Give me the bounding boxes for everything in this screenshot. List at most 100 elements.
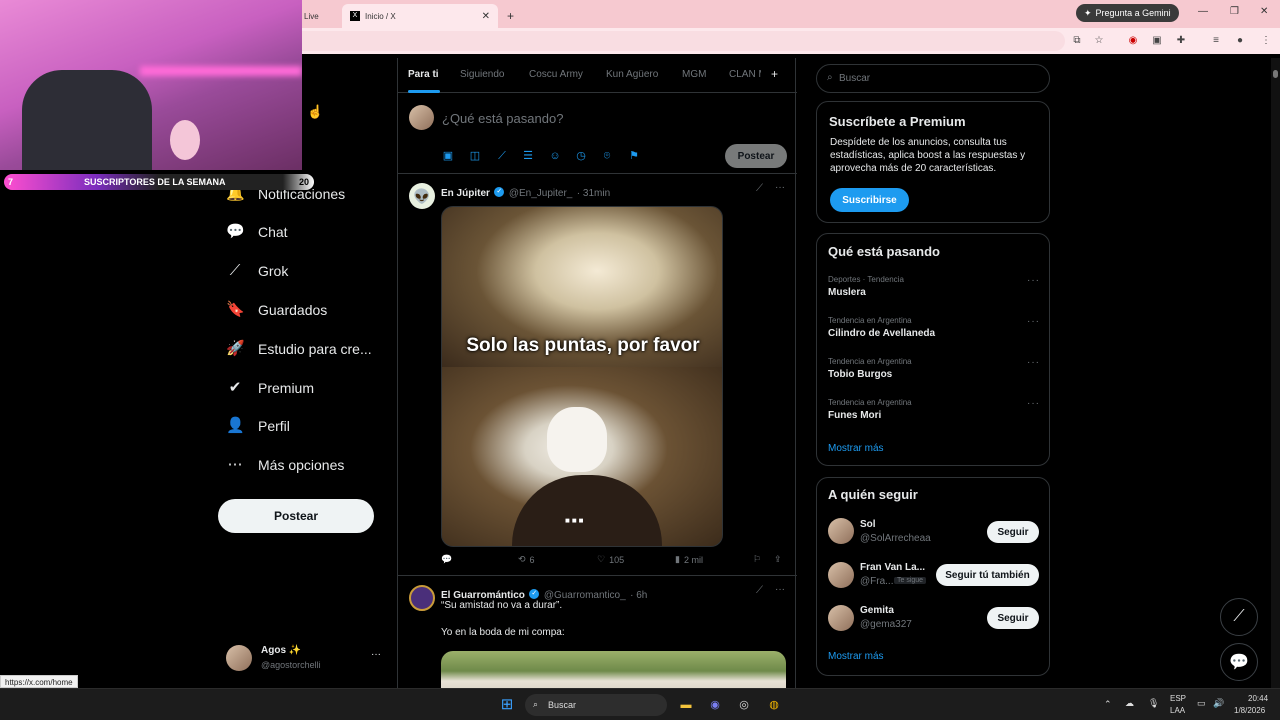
tab-siguiendo[interactable]: Siguiendo <box>460 69 504 80</box>
tweet-image[interactable] <box>441 651 786 688</box>
tweet-time[interactable]: · 6h <box>630 590 647 601</box>
gemini-button[interactable]: ✦ Pregunta a Gemini <box>1076 4 1179 22</box>
tab-inicio-x[interactable]: X Inicio / X ✕ <box>342 4 498 28</box>
grok-icon[interactable]: ⟋ <box>756 585 763 596</box>
show-more-link[interactable]: Mostrar más <box>828 443 884 454</box>
new-tab-button[interactable]: + <box>507 4 514 28</box>
views-count: 2 mil <box>683 554 703 565</box>
tweet-image[interactable]: Solo las puntas, por favor ■■■ <box>441 206 723 547</box>
tweet-handle[interactable]: @En_Jupiter_ <box>509 188 573 199</box>
tweet-text: Yo en la boda de mi compa: <box>441 627 565 638</box>
clock-time[interactable]: 20:44 <box>1248 694 1268 703</box>
sidebar-item-perfil[interactable]: 👤 Perfil <box>226 412 290 440</box>
avatar[interactable]: 👽 <box>409 183 435 209</box>
image-icon[interactable]: ▣ <box>441 149 455 163</box>
chevron-up-icon[interactable]: ⌃ <box>1104 699 1112 710</box>
tab-para-ti[interactable]: Para ti <box>408 69 439 80</box>
views-button[interactable]: ▮ 2 mil <box>675 554 703 565</box>
grok-fab[interactable]: ⟋ <box>1220 598 1258 636</box>
media-icon[interactable]: ≡ <box>1210 35 1222 47</box>
more-icon[interactable]: ··· <box>775 182 785 193</box>
gif-icon[interactable]: ◫ <box>468 149 482 163</box>
menu-icon[interactable]: ⋮ <box>1260 35 1272 47</box>
share-icon[interactable]: ⇪ <box>774 554 782 565</box>
follow-button[interactable]: Seguir <box>987 521 1039 543</box>
url-field[interactable] <box>290 31 1065 51</box>
clock-date[interactable]: 1/8/2026 <box>1234 706 1265 715</box>
scroll-thumb[interactable] <box>1273 70 1278 78</box>
reply-button[interactable]: 💬 <box>441 554 456 565</box>
more-icon[interactable]: ··· <box>1027 275 1040 286</box>
sidebar-item-label: Premium <box>258 380 315 396</box>
bookmark-icon[interactable]: ⚐ <box>753 554 761 565</box>
windows-start-icon[interactable]: ⊞ <box>498 696 516 714</box>
taskbar-search[interactable]: ⌕ Buscar <box>525 694 667 716</box>
sidebar-item-mas-opciones[interactable]: ⋯ Más opciones <box>226 451 345 479</box>
tab-label: Inicio / X <box>365 11 396 21</box>
compose-input[interactable]: ¿Qué está pasando? <box>442 111 563 126</box>
language-label[interactable]: ESP <box>1170 694 1186 703</box>
more-icon[interactable]: ··· <box>1027 357 1040 368</box>
mic-icon[interactable]: 🎙 <box>1148 698 1159 709</box>
tab-clan[interactable]: CLAN M <box>729 69 761 80</box>
folder-icon[interactable]: ▬ <box>677 696 695 714</box>
tweet-author-name[interactable]: En Júpiter <box>441 188 490 199</box>
cloud-icon[interactable]: ☁ <box>1125 698 1134 709</box>
extension-icon[interactable]: ◉ <box>1127 35 1139 47</box>
flag-icon[interactable]: ⚑ <box>627 149 641 163</box>
more-icon[interactable]: ··· <box>1027 316 1040 327</box>
profile-icon[interactable]: ● <box>1234 35 1246 47</box>
emoji-icon[interactable]: ☺ <box>548 149 562 163</box>
close-window-icon[interactable]: ✕ <box>1260 6 1268 17</box>
tweet[interactable]: 👽 En Júpiter ✓ @En_Jupiter_ · 31min ⟋ ··… <box>398 175 797 576</box>
show-more-link[interactable]: Mostrar más <box>828 651 884 662</box>
star-icon[interactable]: ☆ <box>1093 35 1105 47</box>
account-name: Agos ✨ <box>261 645 302 656</box>
close-tab-icon[interactable]: ✕ <box>482 11 490 22</box>
tab-coscu-army[interactable]: Coscu Army <box>529 69 583 80</box>
schedule-icon[interactable]: ◷ <box>574 149 588 163</box>
tab-mgm[interactable]: MGM <box>682 69 706 80</box>
grok-icon[interactable]: ⟋ <box>756 183 763 194</box>
extension-icon[interactable]: ▣ <box>1151 35 1163 47</box>
post-button[interactable]: Postear <box>218 499 374 533</box>
avatar[interactable] <box>409 585 435 611</box>
messages-fab[interactable]: 💬 <box>1220 643 1258 681</box>
tab-kun-aguero[interactable]: Kun Agüero <box>606 69 658 80</box>
location-icon[interactable]: ⌾ <box>600 149 614 163</box>
volume-icon[interactable]: 🔊 <box>1213 698 1224 709</box>
tab-live[interactable]: Live <box>304 4 319 28</box>
subscribe-button[interactable]: Suscribirse <box>830 188 909 212</box>
minimize-icon[interactable]: — <box>1198 6 1208 17</box>
led-strip <box>140 66 302 76</box>
sidebar-item-guardados[interactable]: 🔖 Guardados <box>226 296 327 324</box>
sidebar-item-grok[interactable]: ⟋ Grok <box>226 257 289 285</box>
obs-icon[interactable]: ◎ <box>735 696 753 714</box>
install-icon[interactable]: ⧉ <box>1071 35 1083 47</box>
more-icon[interactable]: ··· <box>1027 398 1040 409</box>
scrollbar[interactable] <box>1271 58 1280 688</box>
maximize-icon[interactable]: ❐ <box>1230 6 1239 17</box>
tweet-time[interactable]: · 31min <box>577 188 610 199</box>
more-icon[interactable]: ··· <box>371 649 381 660</box>
grok-icon[interactable]: ⟋ <box>495 149 509 163</box>
search-input[interactable]: ⌕ Buscar <box>816 64 1050 93</box>
chrome-icon[interactable]: ◍ <box>765 696 783 714</box>
more-icon[interactable]: ··· <box>775 584 785 595</box>
retweet-button[interactable]: ⟲ 6 <box>518 554 535 565</box>
puzzle-icon[interactable]: ✚ <box>1175 35 1187 47</box>
like-button[interactable]: ♡ 105 <box>597 554 624 565</box>
tweet[interactable]: El Guarromántico ✓ @Guarromantico_ · 6h … <box>398 577 797 688</box>
account-switcher[interactable]: Agos ✨ @agostorchelli ··· <box>226 643 386 673</box>
discord-icon[interactable]: ◉ <box>706 696 724 714</box>
sidebar-item-premium[interactable]: ✔ Premium <box>226 374 314 402</box>
keyboard-layout-label[interactable]: LAA <box>1170 706 1185 715</box>
poll-icon[interactable]: ☰ <box>521 149 535 163</box>
sidebar-item-chat[interactable]: 💬 Chat <box>226 218 288 246</box>
network-icon[interactable]: ▭ <box>1197 698 1206 709</box>
follow-back-button[interactable]: Seguir tú también <box>936 564 1039 586</box>
sidebar-item-estudio[interactable]: 🚀 Estudio para cre... <box>226 335 372 363</box>
follow-button[interactable]: Seguir <box>987 607 1039 629</box>
compose-post-button[interactable]: Postear <box>725 144 787 168</box>
add-tab-button[interactable]: + <box>771 67 778 81</box>
